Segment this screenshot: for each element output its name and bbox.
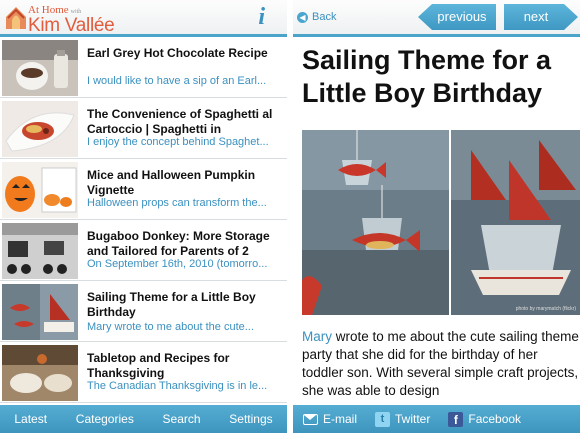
back-label: Back xyxy=(312,11,337,23)
article-snippet: Mary wrote to me about the cute... xyxy=(87,321,254,333)
info-icon[interactable]: i xyxy=(258,4,265,31)
list-item[interactable]: Sailing Theme for a Little Boy Birthday … xyxy=(0,281,287,342)
article-title: Tabletop and Recipes for Thanksgiving xyxy=(87,351,230,380)
article-detail-screen: ◀ Back previous next Sailing Theme for a… xyxy=(293,0,580,433)
list-header: At Home with Kim Vallée i xyxy=(0,0,287,37)
envelope-icon xyxy=(303,413,318,425)
back-arrow-icon: ◀ xyxy=(297,11,308,23)
article-thumbnail xyxy=(2,40,78,96)
list-item[interactable]: The Convenience of Spaghetti al Cartocci… xyxy=(0,98,287,159)
article-title: Earl Grey Hot Chocolate Recipe xyxy=(87,46,268,60)
article-thumbnail xyxy=(2,162,78,218)
logo-name: Kim Vallée xyxy=(28,15,115,36)
list-item[interactable]: Bugaboo Donkey: More Storage and Tailore… xyxy=(0,220,287,281)
share-bar: E-mail t Twitter f Facebook xyxy=(293,405,580,433)
article-thumbnail xyxy=(2,345,78,401)
share-facebook-button[interactable]: f Facebook xyxy=(448,411,522,427)
tab-categories[interactable]: Categories xyxy=(76,412,134,426)
article-title: The Convenience of Spaghetti al Cartocci… xyxy=(87,107,273,136)
article-snippet: The Canadian Thanksgiving is in le... xyxy=(87,380,268,392)
article-thumbnail xyxy=(2,101,78,157)
post-body: Mary wrote to me about the cute sailing … xyxy=(302,328,580,400)
author-link[interactable]: Mary xyxy=(302,329,332,344)
share-facebook-label: Facebook xyxy=(468,412,522,426)
tab-search[interactable]: Search xyxy=(163,412,201,426)
article-title: Mice and Halloween Pumpkin Vignette xyxy=(87,168,256,197)
article-thumbnail xyxy=(2,284,78,340)
site-logo[interactable]: At Home with Kim Vallée xyxy=(2,1,122,36)
share-twitter-button[interactable]: t Twitter xyxy=(375,411,431,427)
share-email-label: E-mail xyxy=(323,412,358,426)
twitter-icon: t xyxy=(375,411,391,427)
tab-settings[interactable]: Settings xyxy=(229,412,272,426)
house-logo-icon xyxy=(6,7,26,29)
article-snippet: On September 16th, 2010 (tomorro... xyxy=(87,258,268,270)
post-title: Sailing Theme for a Little Boy Birthday xyxy=(302,45,552,108)
post-photo-boats xyxy=(451,130,580,315)
photo-credit: photo by marymatch (flickr) xyxy=(515,306,576,312)
article-snippet: Halloween props can transform the... xyxy=(87,197,267,209)
detail-header: ◀ Back previous next xyxy=(293,0,580,37)
list-item[interactable]: Earl Grey Hot Chocolate Recipe I would l… xyxy=(0,37,287,98)
previous-button[interactable]: previous xyxy=(418,4,496,30)
post-photo-fish xyxy=(302,130,449,315)
article-title: Sailing Theme for a Little Boy Birthday xyxy=(87,290,256,319)
list-item[interactable]: Tabletop and Recipes for Thanksgiving Th… xyxy=(0,342,287,403)
tab-latest[interactable]: Latest xyxy=(14,412,47,426)
article-title: Bugaboo Donkey: More Storage and Tailore… xyxy=(87,229,270,258)
article-snippet: I enjoy the concept behind Spaghet... xyxy=(87,136,269,148)
article-thumbnail xyxy=(2,223,78,279)
back-button[interactable]: ◀ Back xyxy=(297,11,336,23)
next-button[interactable]: next xyxy=(504,4,578,30)
article-snippet: I would like to have a sip of an Earl... xyxy=(87,75,267,87)
post-body-text: wrote to me about the cute sailing theme… xyxy=(302,329,579,398)
tab-bar: Latest Categories Search Settings xyxy=(0,405,287,433)
list-item[interactable]: Mice and Halloween Pumpkin Vignette Hall… xyxy=(0,159,287,220)
share-twitter-label: Twitter xyxy=(395,412,431,426)
share-email-button[interactable]: E-mail xyxy=(303,412,357,426)
facebook-icon: f xyxy=(448,411,464,427)
article-list: Earl Grey Hot Chocolate Recipe I would l… xyxy=(0,37,287,403)
article-list-screen: At Home with Kim Vallée i Earl Grey Hot C… xyxy=(0,0,287,433)
